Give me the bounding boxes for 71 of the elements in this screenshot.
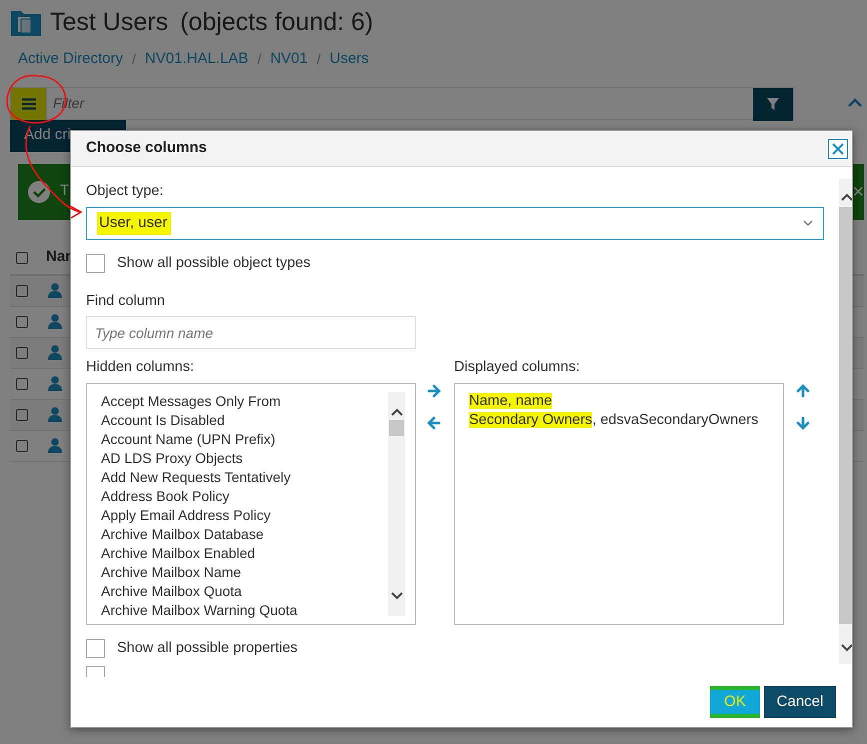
scroll-up-icon[interactable] [390, 408, 402, 416]
list-item[interactable]: Accept Messages Only From [101, 392, 374, 411]
checkbox-label: Show all possible properties [117, 639, 298, 658]
row-checkbox[interactable] [16, 378, 28, 390]
select-value: User, user [97, 212, 172, 234]
list-item[interactable]: Archive Mailbox Name [101, 563, 374, 582]
check-circle-icon [28, 180, 50, 202]
move-left-icon [427, 416, 441, 430]
object-count: (objects found: 6) [180, 7, 374, 38]
move-up-icon [796, 384, 810, 398]
checkbox-label: Show all possible object types [117, 254, 310, 273]
row-checkbox[interactable] [16, 440, 28, 452]
filter-icon [767, 98, 779, 110]
row-checkbox[interactable] [16, 408, 28, 420]
move-down-icon [796, 416, 810, 430]
user-icon [48, 283, 62, 298]
list-item[interactable]: Name, name [469, 392, 769, 411]
user-icon [48, 345, 62, 360]
breadcrumb-separator: / [257, 50, 262, 69]
breadcrumb-separator: / [132, 50, 136, 69]
row-checkbox[interactable] [16, 316, 28, 328]
object-type-select[interactable]: User, user [86, 206, 824, 240]
hidden-columns-list[interactable] [86, 383, 416, 625]
move-up-button[interactable] [796, 384, 812, 400]
row-checkbox[interactable] [16, 346, 28, 358]
checkbox[interactable] [86, 639, 105, 658]
collapse-chevron-icon[interactable] [848, 98, 862, 108]
user-icon [48, 376, 62, 391]
select-all-checkbox[interactable] [16, 252, 28, 264]
page-title: Test Users [50, 7, 168, 38]
checkbox[interactable] [86, 254, 105, 274]
scroll-thumb[interactable] [389, 420, 404, 436]
list-item[interactable]: Add New Requests Tentatively [101, 468, 374, 487]
user-icon [48, 438, 62, 453]
list-item[interactable]: Account Is Disabled [101, 411, 374, 430]
menu-icon [22, 98, 36, 110]
move-right-button[interactable] [427, 384, 443, 400]
user-icon [48, 314, 62, 329]
scrollbar[interactable] [388, 392, 405, 616]
cancel-button[interactable]: Cancel [764, 686, 836, 718]
list-item[interactable]: Archive Mailbox Warning Quota [101, 601, 374, 620]
row-checkbox[interactable] [16, 284, 28, 296]
scroll-up-icon[interactable] [841, 193, 852, 201]
dropdown-chevron-icon [803, 220, 813, 226]
scroll-down-icon[interactable] [390, 592, 402, 600]
list-item[interactable]: Apply Email Address Policy [101, 506, 374, 525]
list-item[interactable]: Archive Mailbox Enabled [101, 544, 374, 563]
move-right-icon [427, 384, 441, 398]
menu-button[interactable] [11, 88, 47, 120]
filter-button[interactable] [753, 88, 793, 120]
displayed-columns-list[interactable]: Name, name Secondary Owners, edsvaSecondaryOwners [454, 383, 784, 625]
list-item[interactable]: Archive Mailbox Quota [101, 582, 374, 601]
list-label: Hidden columns: [86, 358, 195, 378]
move-down-button[interactable] [796, 416, 812, 432]
list-item[interactable]: Account Name (UPN Prefix) [101, 430, 374, 449]
list-item[interactable]: Archive Mailbox Database [101, 525, 374, 544]
find-column-field[interactable]: Type column name [86, 316, 416, 350]
list-item[interactable]: Address Book Policy [101, 487, 374, 506]
list-item[interactable]: Secondary Owners, edsvaSecondaryOwners [469, 411, 769, 430]
field-label: Object type: [86, 182, 164, 201]
breadcrumb-separator: / [316, 50, 321, 69]
user-icon [48, 407, 62, 422]
close-button[interactable] [828, 138, 848, 158]
field-label: Find column [86, 292, 166, 310]
close-icon [831, 142, 845, 156]
scroll-down-icon[interactable] [841, 644, 852, 652]
list-label: Displayed columns: [454, 358, 581, 378]
list-item[interactable]: AD LDS Proxy Objects [101, 449, 374, 468]
move-left-button[interactable] [427, 416, 443, 432]
alert-text: T [60, 181, 70, 202]
column-header[interactable]: Nar [46, 246, 72, 269]
